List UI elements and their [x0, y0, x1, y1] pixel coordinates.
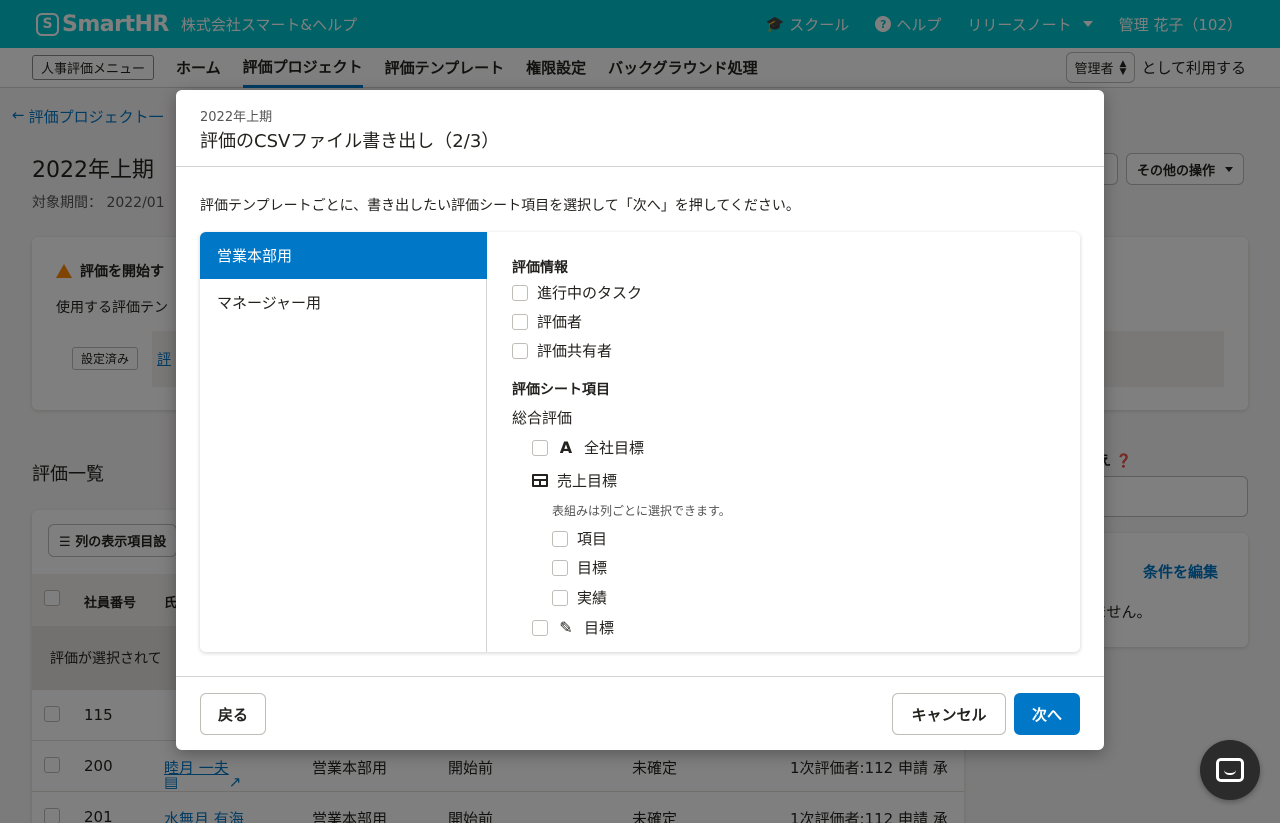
- checkbox-eval-sharer[interactable]: 評価共有者: [512, 340, 612, 361]
- checkbox-label: 全社目標: [584, 439, 645, 457]
- field-selector: 評価情報 進行中のタスク 評価者 評価共有者 評価シート項目 総合評価 A 全社…: [488, 232, 1080, 652]
- section-sheet-items: 評価シート項目: [512, 382, 610, 398]
- checkbox-label: 進行中のタスク: [537, 284, 643, 302]
- checkbox-label: 評価者: [537, 313, 583, 331]
- dialog-title: 評価のCSVファイル書き出し（2/3）: [200, 131, 500, 152]
- text-a-icon: A: [559, 438, 573, 457]
- checkbox[interactable]: [532, 619, 548, 636]
- dialog-subtitle: 2022年上期: [200, 110, 273, 125]
- template-item-manager[interactable]: マネージャー用: [200, 279, 487, 326]
- dialog-description: 評価テンプレートごとに、書き出したい評価シート項目を選択して「次へ」を押してくだ…: [200, 198, 800, 214]
- divider: [176, 166, 1104, 167]
- section-eval-info: 評価情報: [512, 260, 568, 276]
- checkbox-label: 項目: [577, 530, 608, 548]
- table-item-label: 売上目標: [557, 472, 618, 490]
- checkbox-label: 実績: [577, 589, 608, 607]
- template-list: 営業本部用 マネージャー用: [200, 232, 487, 652]
- table-item-sales-goal: 売上目標: [532, 470, 617, 491]
- cancel-button[interactable]: キャンセル: [892, 693, 1006, 735]
- checkbox[interactable]: [512, 284, 528, 301]
- checkbox-column-item[interactable]: 項目: [552, 528, 607, 549]
- checkbox[interactable]: [552, 589, 568, 606]
- table-icon: [532, 474, 548, 487]
- checkbox-in-progress-task[interactable]: 進行中のタスク: [512, 282, 642, 303]
- back-button[interactable]: 戻る: [200, 693, 266, 735]
- checkbox-label: 目標: [584, 619, 615, 637]
- chat-support-button[interactable]: [1200, 740, 1260, 800]
- table-selection-note: 表組みは列ごとに選択できます。: [552, 504, 731, 518]
- template-item-sales[interactable]: 営業本部用: [200, 232, 487, 279]
- checkbox[interactable]: [512, 313, 528, 330]
- modal-overlay-top: [0, 0, 1280, 88]
- checkbox-column-goal[interactable]: 目標: [552, 557, 607, 578]
- checkbox[interactable]: [552, 559, 568, 576]
- pencil-icon: ✎: [559, 618, 573, 637]
- chat-icon: [1216, 758, 1244, 782]
- checkbox-goal[interactable]: ✎ 目標: [532, 617, 614, 638]
- checkbox-label: 目標: [577, 559, 608, 577]
- checkbox-label: 評価共有者: [537, 342, 613, 360]
- checkbox-evaluator[interactable]: 評価者: [512, 311, 582, 332]
- checkbox-company-goal[interactable]: A 全社目標: [532, 437, 644, 458]
- divider: [176, 676, 1104, 677]
- checkbox[interactable]: [512, 342, 528, 359]
- item-selector: 営業本部用 マネージャー用 評価情報 進行中のタスク 評価者 評価共有者 評価シ…: [200, 232, 1080, 652]
- csv-export-dialog: 2022年上期 評価のCSVファイル書き出し（2/3） 評価テンプレートごとに、…: [176, 90, 1104, 750]
- checkbox-column-result[interactable]: 実績: [552, 587, 607, 608]
- next-button[interactable]: 次へ: [1014, 693, 1080, 735]
- checkbox[interactable]: [532, 439, 548, 456]
- checkbox[interactable]: [552, 530, 568, 547]
- group-overall-eval: 総合評価: [512, 409, 573, 427]
